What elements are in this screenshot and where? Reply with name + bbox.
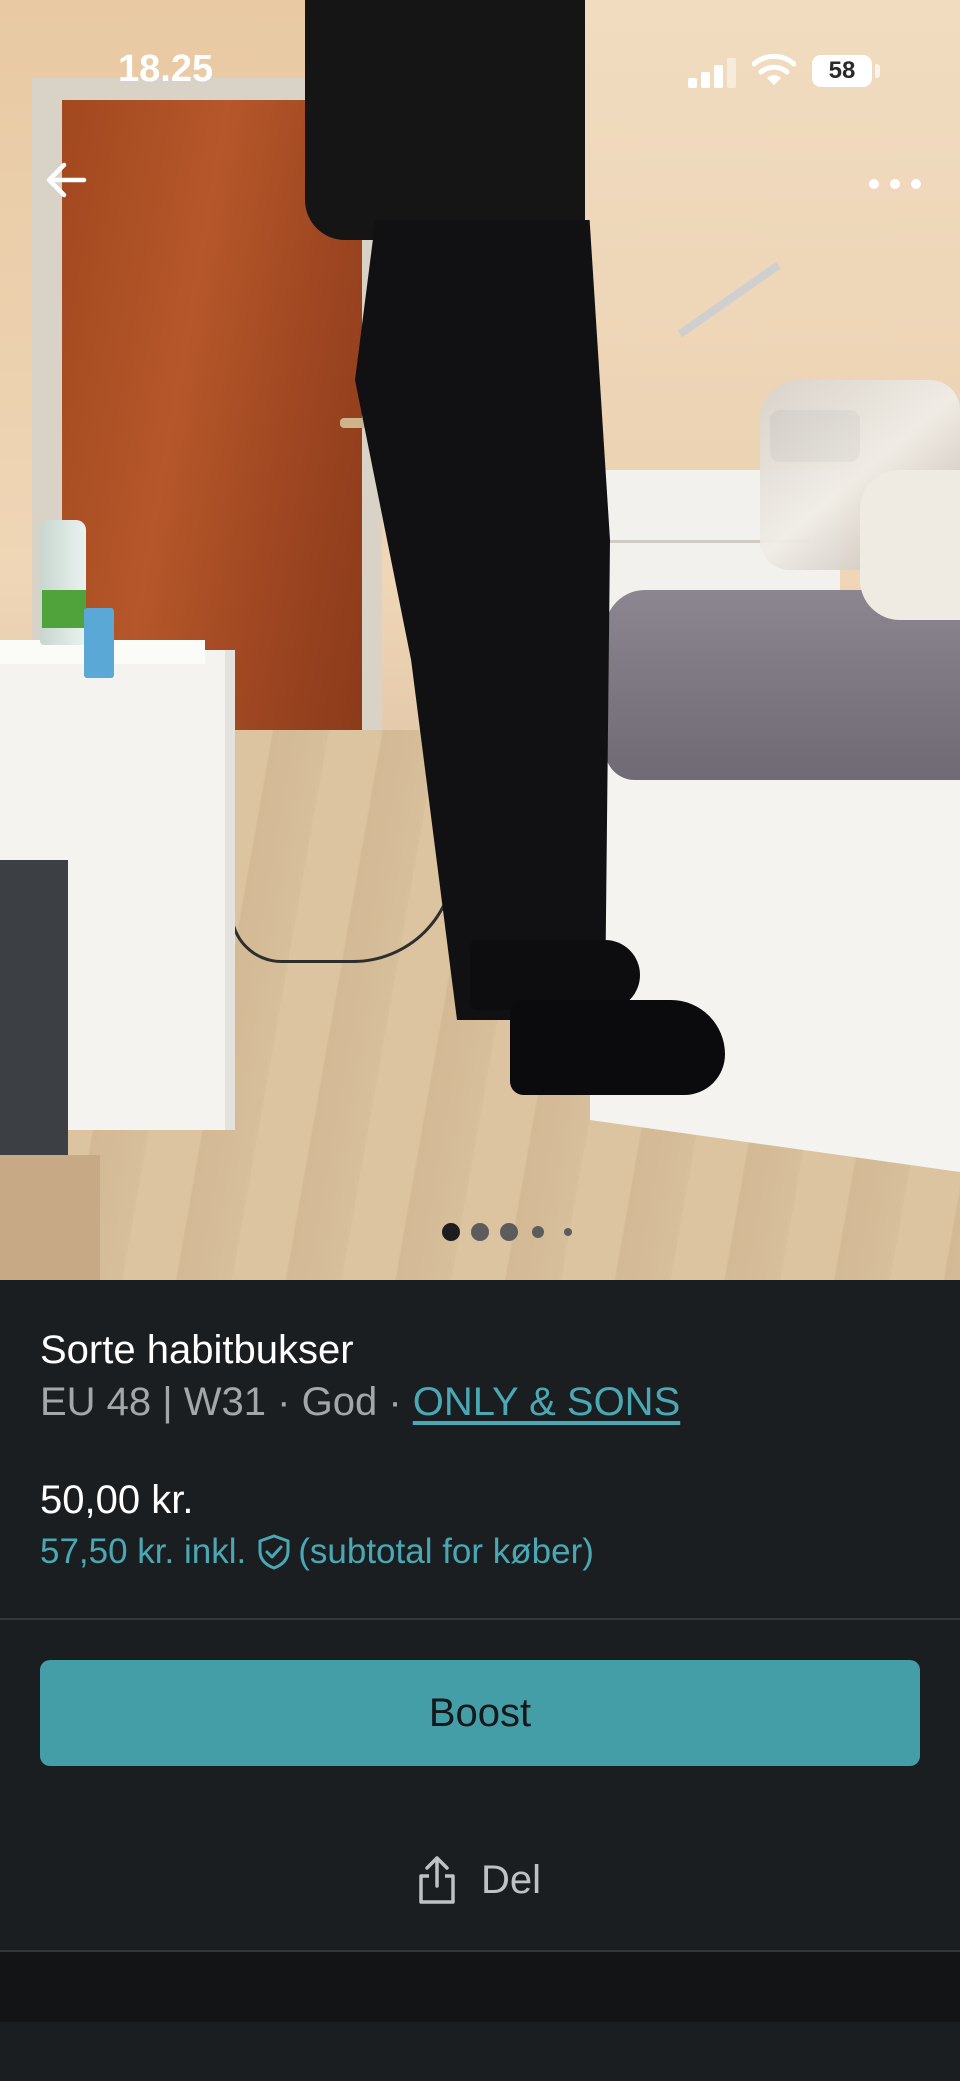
wifi-icon (752, 53, 796, 85)
battery-nub (875, 64, 880, 78)
listing-price: 50,00 kr. (40, 1478, 194, 1522)
listing-details: Sorte habitbukser EU 48 | W31 · God · ON… (0, 1280, 960, 2020)
listing-meta: EU 48 | W31 · God · ONLY & SONS (40, 1380, 680, 1425)
meta-separator: · (377, 1380, 413, 1424)
bottom-bar (0, 1952, 960, 2022)
gallery-pagination[interactable] (0, 1220, 960, 1241)
shield-check-icon[interactable] (256, 1533, 292, 1571)
price-incl-amount: 57,50 kr. inkl. (40, 1532, 247, 1571)
battery-icon: 58 (812, 55, 872, 87)
pagination-dot-4[interactable] (532, 1226, 544, 1238)
share-label: Del (481, 1857, 542, 1902)
boost-button[interactable]: Boost (40, 1660, 920, 1766)
photo-box (0, 1155, 100, 1280)
price-incl-protection[interactable]: 57,50 kr. inkl. (subtotal for køber) (40, 1532, 594, 1572)
pagination-dot-1[interactable] (442, 1223, 460, 1241)
more-horizontal-icon[interactable] (860, 160, 930, 200)
home-indicator-area (0, 2022, 960, 2081)
meta-separator: · (266, 1380, 302, 1424)
pagination-dot-2[interactable] (471, 1223, 489, 1241)
status-bar: 18.25 58 (0, 0, 960, 140)
listing-photo[interactable] (0, 0, 960, 1280)
listing-size: EU 48 | W31 (40, 1380, 267, 1424)
photo-cup (84, 608, 114, 678)
listing-brand-link[interactable]: ONLY & SONS (413, 1380, 681, 1424)
arrow-left-icon[interactable] (38, 152, 94, 208)
share-icon (419, 1856, 455, 1904)
listing-condition: God (301, 1380, 378, 1424)
status-time: 18.25 (118, 48, 214, 90)
photo-sock-front (510, 1000, 725, 1095)
photo-bin (0, 860, 68, 1160)
share-button[interactable]: Del (415, 1850, 541, 1910)
cellular-signal-icon (688, 58, 738, 88)
section-divider (0, 1618, 960, 1620)
photo-bottle-label (42, 590, 86, 628)
listing-title: Sorte habitbukser (40, 1328, 354, 1372)
photo-pillow (860, 470, 960, 620)
pagination-dot-5[interactable] (564, 1228, 572, 1236)
price-incl-note: (subtotal for køber) (298, 1532, 594, 1571)
pagination-dot-3[interactable] (500, 1223, 518, 1241)
